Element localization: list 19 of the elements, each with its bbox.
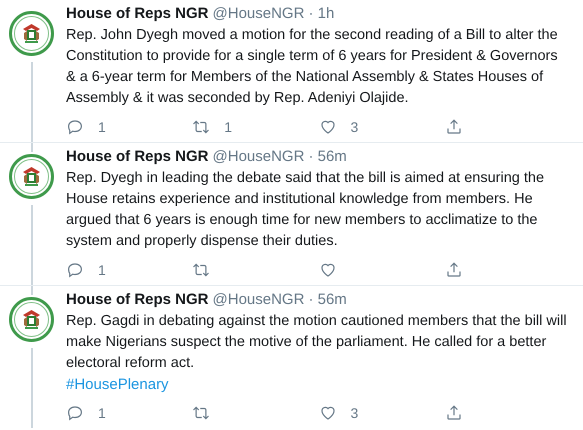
tweet-text: Rep. Gagdi in debating against the motion cautioned members that the bill will make Nigerians suspect the motive of the parliament. He called for a better electoral reform act.: [66, 312, 568, 373]
reply-count: 1: [98, 404, 106, 422]
author-handle[interactable]: @HouseNGR: [212, 290, 304, 310]
tweet-time[interactable]: · 56m: [308, 147, 347, 167]
author-handle[interactable]: @HouseNGR: [212, 147, 304, 167]
author-name[interactable]: House of Reps NGR: [66, 290, 209, 310]
author-name[interactable]: House of Reps NGR: [66, 4, 209, 24]
tweet-time[interactable]: · 1h: [308, 4, 334, 24]
retweet-count: 1: [224, 118, 232, 136]
like-count: 3: [350, 404, 358, 422]
hashtag-link[interactable]: #HousePlenary: [66, 376, 169, 393]
reply-count: 1: [98, 260, 106, 280]
tweet-text: Rep. Dyegh in leading the debate said that the bill is aimed at ensuring the House retains experience and institutional knowledge from members. He argued that 6 years is enough time for new members to acclimatize to the system and properly dispense their duties.: [66, 169, 546, 251]
tweet-time[interactable]: · 56m: [308, 290, 347, 310]
author-handle[interactable]: @HouseNGR: [212, 4, 304, 24]
like-count: 3: [350, 118, 358, 136]
tweet-text: Rep. John Dyegh moved a motion for the second reading of a Bill to alter the Constitution to provide for a single term of 6 years for President & Governors & a 6-year term for Members of the National Assembly & States Houses of Assembly & it was seconded by Rep. Adeniyi Olajide.: [66, 26, 559, 108]
reply-count: 1: [98, 118, 106, 136]
author-name[interactable]: House of Reps NGR: [66, 147, 209, 167]
